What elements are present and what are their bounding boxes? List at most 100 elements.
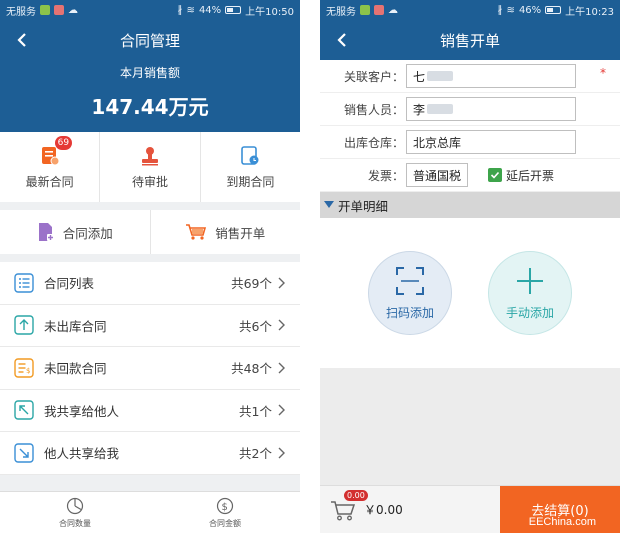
- stamp-icon: [141, 146, 158, 165]
- list-item-label: 我共享给他人: [44, 403, 120, 419]
- manual-add-button[interactable]: 手动添加: [488, 251, 572, 335]
- sales-order-screen: 无服务 ☁ ∦ ≋ 46% 上午10:23 销售开单 关联客户： 七 * 销售人…: [320, 0, 620, 533]
- payment-icon: $: [14, 358, 34, 378]
- salesperson-value: 李: [413, 102, 426, 117]
- status-bar: 无服务 ☁ ∦ ≋ 44% 上午10:50: [0, 0, 300, 20]
- tab-label: 合同金额: [209, 518, 241, 528]
- cart-button[interactable]: 0.00 ￥0.00: [320, 486, 500, 533]
- shopping-cart-icon: [186, 224, 207, 240]
- back-arrow-icon[interactable]: [10, 28, 34, 52]
- sales-order-label: 销售开单: [215, 225, 266, 241]
- notification-icon: [40, 5, 50, 15]
- carrier-text: 无服务: [6, 6, 36, 18]
- tab-contract-count[interactable]: 合同数量: [0, 492, 150, 533]
- title-bar: 合同管理: [0, 20, 300, 60]
- pending-approval-button[interactable]: 待审批: [100, 132, 201, 202]
- cloud-icon: ☁: [388, 4, 398, 16]
- list-item-contract-list[interactable]: 合同列表 共69个: [0, 262, 300, 305]
- invoice-type-select[interactable]: 普通国税: [406, 163, 468, 187]
- bluetooth-icon: ∦: [177, 4, 183, 16]
- invoice-label: 发票：: [367, 168, 404, 183]
- add-contract-button[interactable]: 合同添加: [0, 210, 151, 254]
- sales-label: 本月销售额: [119, 66, 180, 80]
- list-icon: [14, 273, 34, 293]
- checkmark-icon: [488, 168, 502, 182]
- chevron-right-icon: [278, 404, 285, 416]
- invoice-value: 普通国税: [413, 168, 462, 183]
- add-doc-icon: [38, 223, 54, 241]
- watermark: EEChina.com: [528, 516, 596, 528]
- add-contract-label: 合同添加: [62, 225, 113, 241]
- manual-add-label: 手动添加: [505, 305, 554, 320]
- customer-value: 七: [413, 69, 426, 84]
- latest-contracts-button[interactable]: 69 最新合同: [0, 132, 101, 202]
- latest-contracts-badge: 69: [54, 136, 73, 150]
- svg-text:$: $: [26, 367, 30, 375]
- page-title: 销售开单: [439, 31, 500, 50]
- svg-text:$: $: [222, 502, 228, 513]
- deferred-invoice-checkbox[interactable]: 延后开票: [488, 167, 554, 184]
- deferred-invoice-label: 延后开票: [506, 168, 555, 183]
- warehouse-row: 出库仓库： 北京总库: [320, 126, 620, 159]
- warehouse-value: 北京总库: [413, 135, 462, 150]
- page-title: 合同管理: [119, 31, 180, 50]
- battery-percent: 44%: [198, 4, 222, 16]
- share-in-icon: [14, 443, 34, 463]
- invoice-row: 发票： 普通国税 延后开票: [320, 159, 620, 192]
- upload-icon: [14, 315, 34, 335]
- action-grid: 合同添加 销售开单: [0, 210, 300, 254]
- scan-add-button[interactable]: 扫码添加: [368, 251, 452, 335]
- list-item-count: 共69个: [231, 276, 272, 292]
- customer-label: 关联客户：: [343, 69, 404, 84]
- pie-chart-icon: [66, 497, 84, 514]
- warehouse-label: 出库仓库：: [343, 135, 404, 150]
- sales-order-button[interactable]: 销售开单: [151, 210, 301, 254]
- notification-icon: [360, 5, 370, 15]
- contract-management-screen: 无服务 ☁ ∦ ≋ 44% 上午10:50 合同管理 本月销售额 147.44万…: [0, 0, 300, 533]
- required-mark: *: [600, 66, 606, 80]
- list-item-shared-with-me[interactable]: 他人共享给我 共2个: [0, 432, 300, 475]
- cloud-icon: ☁: [68, 4, 78, 16]
- redacted-text: [427, 104, 454, 114]
- salesperson-field[interactable]: 李: [406, 97, 576, 121]
- expiring-contracts-button[interactable]: 到期合同: [201, 132, 300, 202]
- app-icon: [54, 5, 64, 15]
- list-item-unpaid[interactable]: $ 未回款合同 共48个: [0, 347, 300, 390]
- latest-contracts-label: 最新合同: [25, 174, 74, 189]
- bottom-tab-bar: 合同数量 $ 合同金额: [0, 491, 300, 533]
- clock: 上午10:23: [565, 6, 614, 18]
- chevron-right-icon: [278, 319, 285, 331]
- order-details-header[interactable]: 开单明细: [320, 192, 620, 218]
- scan-frame-icon: [396, 266, 424, 295]
- battery-percent: 46%: [518, 4, 542, 16]
- back-arrow-icon[interactable]: [330, 28, 354, 52]
- dollar-coin-icon: $: [216, 497, 234, 514]
- salesperson-label: 销售人员：: [343, 102, 404, 117]
- chevron-right-icon: [278, 447, 285, 459]
- tab-label: 合同数量: [59, 518, 91, 528]
- list-item-shared-by-me[interactable]: 我共享给他人 共1个: [0, 390, 300, 432]
- carrier-text: 无服务: [326, 6, 356, 18]
- section-title: 开单明细: [338, 198, 389, 214]
- battery-icon: [545, 6, 562, 14]
- tab-contract-amount[interactable]: $ 合同金额: [150, 492, 300, 533]
- wifi-icon: ≋: [506, 4, 515, 16]
- list-item-unshipped[interactable]: 未出库合同 共6个: [0, 305, 300, 347]
- list-item-count: 共2个: [239, 446, 272, 462]
- expiry-doc-icon: [241, 145, 259, 165]
- pending-approval-label: 待审批: [131, 174, 168, 189]
- customer-field[interactable]: 七: [406, 64, 576, 88]
- salesperson-row: 销售人员： 李: [320, 93, 620, 126]
- warehouse-field[interactable]: 北京总库: [406, 130, 576, 154]
- list-item-label: 未出库合同: [44, 318, 107, 334]
- cart-badge: 0.00: [344, 490, 368, 501]
- chevron-right-icon: [278, 277, 285, 289]
- clock: 上午10:50: [245, 6, 294, 18]
- redacted-text: [427, 71, 454, 81]
- plus-icon: [517, 267, 543, 294]
- order-form: 关联客户： 七 * 销售人员： 李 出库仓库： 北京总库 发票： 普通国税 延后…: [320, 60, 620, 192]
- customer-row: 关联客户： 七 *: [320, 60, 620, 93]
- battery-icon: [225, 6, 242, 14]
- list-item-count: 共48个: [231, 361, 272, 377]
- shopping-cart-icon: [331, 500, 356, 520]
